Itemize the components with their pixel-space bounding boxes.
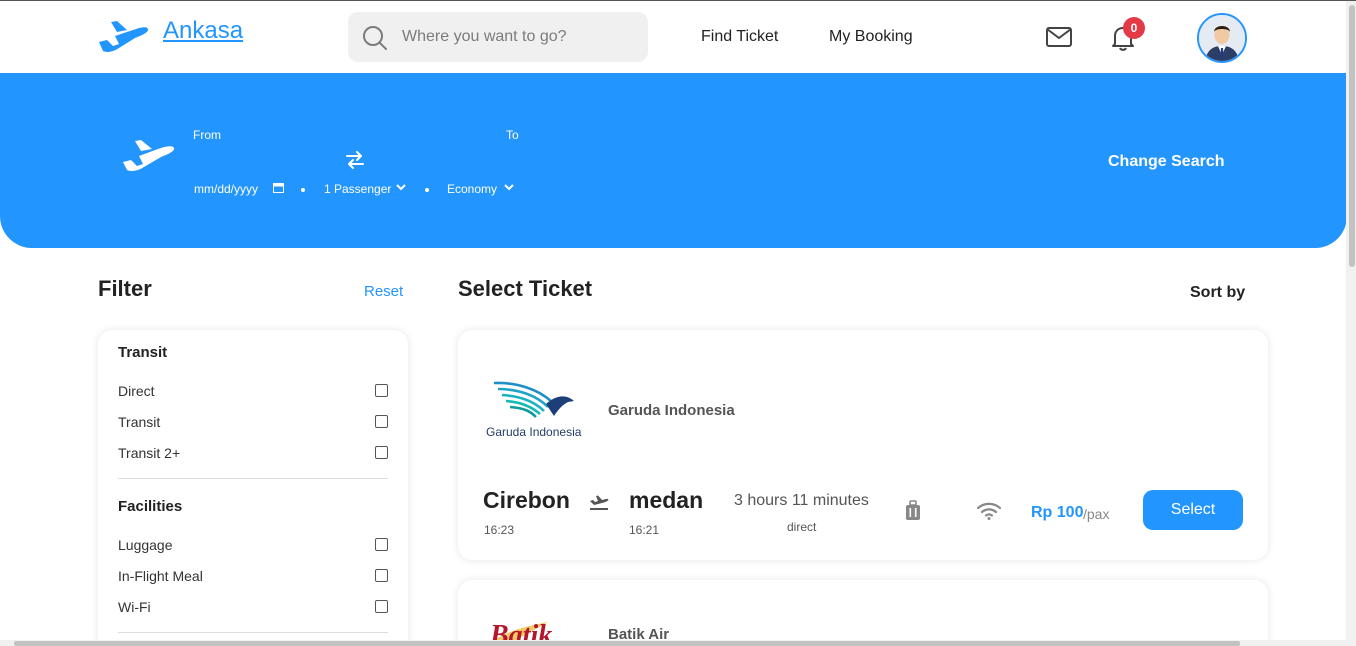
luggage-icon <box>906 500 920 520</box>
separator-dot <box>301 188 305 192</box>
ticket-card: Batik Batik Air <box>458 580 1268 646</box>
filter-section-facilities: Facilities <box>118 498 183 515</box>
passenger-select[interactable]: 1 Passenger <box>324 182 391 196</box>
filter-option-transit-2: Transit 2+ <box>118 445 181 461</box>
nav-my-booking[interactable]: My Booking <box>829 28 913 46</box>
filter-option-transit: Transit <box>118 414 161 430</box>
to-label: To <box>506 128 519 142</box>
checkbox-wifi[interactable] <box>375 600 388 613</box>
arrival-time: 16:21 <box>629 523 660 537</box>
divider <box>118 478 388 479</box>
filter-option-wifi: Wi-Fi <box>118 599 151 615</box>
top-navbar: Ankasa Find Ticket My Booking 0 <box>0 1 1346 73</box>
calendar-icon[interactable] <box>273 182 284 193</box>
destination-city: medan <box>629 487 704 513</box>
chevron-down-icon[interactable] <box>396 184 406 191</box>
swap-icon[interactable] <box>345 151 365 169</box>
reset-filter-button[interactable]: Reset <box>364 283 403 300</box>
vertical-scroll-thumb[interactable] <box>1349 5 1355 267</box>
separator-dot <box>425 188 429 192</box>
change-search-button[interactable]: Change Search <box>1108 153 1224 171</box>
class-select[interactable]: Economy <box>447 182 497 196</box>
sort-by-button[interactable]: Sort by <box>1190 284 1245 302</box>
flight-duration: 3 hours 11 minutes <box>734 492 869 509</box>
ticket-card: Garuda Indonesia Garuda Indonesia Cirebo… <box>458 330 1268 560</box>
select-ticket-button[interactable]: Select <box>1143 490 1243 530</box>
notification-badge: 0 <box>1123 17 1145 39</box>
divider <box>118 632 388 633</box>
brand-link[interactable]: Ankasa <box>163 17 243 45</box>
search-box[interactable] <box>348 12 648 62</box>
flight-departure-icon <box>590 495 609 510</box>
garuda-logo-text: Garuda Indonesia <box>486 425 582 439</box>
search-banner: From To mm/dd/yyyy 1 Passenger Economy C… <box>0 73 1347 248</box>
mail-icon[interactable] <box>1046 27 1072 47</box>
nav-find-ticket[interactable]: Find Ticket <box>701 28 778 46</box>
user-avatar[interactable] <box>1197 13 1247 63</box>
checkbox-transit[interactable] <box>375 415 388 428</box>
ticket-price: Rp 100 <box>1031 504 1084 521</box>
garuda-logo: Garuda Indonesia <box>486 381 582 439</box>
chevron-down-icon[interactable] <box>504 184 514 191</box>
horizontal-scroll-thumb[interactable] <box>14 641 1240 646</box>
filter-section-transit: Transit <box>118 344 168 361</box>
select-ticket-title: Select Ticket <box>458 276 593 301</box>
filter-title: Filter <box>98 276 152 301</box>
search-icon <box>363 26 387 50</box>
checkbox-transit-2[interactable] <box>375 446 388 459</box>
checkbox-direct[interactable] <box>375 384 388 397</box>
wifi-icon <box>977 502 1001 520</box>
filter-option-luggage: Luggage <box>118 537 173 553</box>
price-unit: /pax <box>1083 506 1110 522</box>
airline-name: Garuda Indonesia <box>608 402 735 419</box>
plane-icon <box>123 140 175 171</box>
filter-option-meal: In-Flight Meal <box>118 568 203 584</box>
route-type: direct <box>787 520 817 534</box>
checkbox-luggage[interactable] <box>375 538 388 551</box>
departure-time: 16:23 <box>484 523 515 537</box>
filter-option-direct: Direct <box>118 383 155 399</box>
from-label: From <box>193 128 221 142</box>
plane-logo-icon[interactable] <box>97 18 149 56</box>
search-input[interactable] <box>402 24 632 50</box>
date-input[interactable]: mm/dd/yyyy <box>194 182 258 196</box>
checkbox-meal[interactable] <box>375 569 388 582</box>
avatar-image <box>1199 15 1245 61</box>
origin-city: Cirebon <box>483 487 570 513</box>
